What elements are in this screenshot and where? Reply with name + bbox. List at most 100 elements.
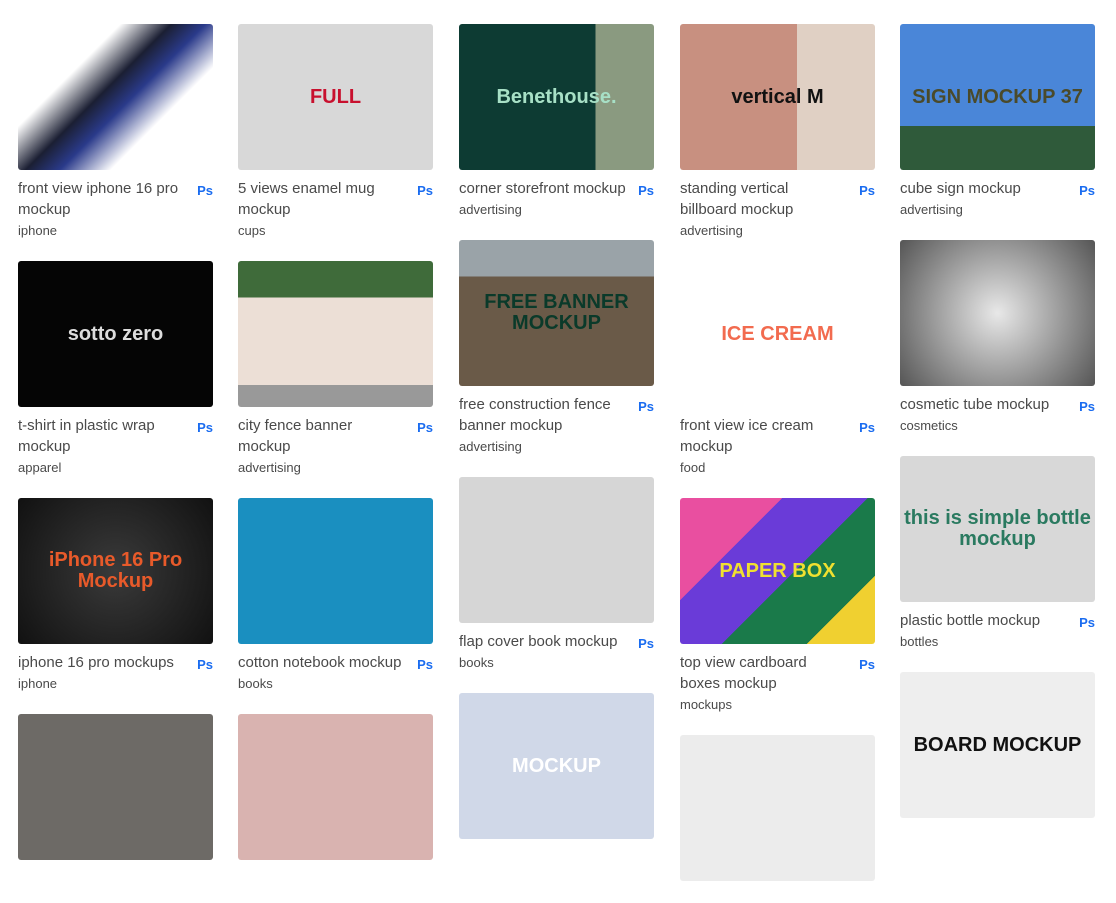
- card-meta: front view iphone 16 pro mockup iphone P…: [18, 170, 213, 239]
- mockup-category[interactable]: books: [459, 655, 654, 671]
- photoshop-badge: Ps: [1079, 615, 1095, 630]
- mockup-thumbnail[interactable]: vertical M: [680, 24, 875, 170]
- photoshop-badge: Ps: [197, 183, 213, 198]
- mockup-title[interactable]: cosmetic tube mockup: [900, 394, 1068, 415]
- mockup-title[interactable]: iphone 16 pro mockups: [18, 652, 186, 673]
- mockup-thumbnail[interactable]: [459, 477, 654, 623]
- card-meta: iphone 16 pro mockups iphone Ps: [18, 644, 213, 692]
- mockup-card[interactable]: cosmetic tube mockup cosmetics Ps: [900, 240, 1095, 434]
- mockup-thumbnail[interactable]: [238, 498, 433, 644]
- card-meta: top view cardboard boxes mockup mockups …: [680, 644, 875, 713]
- mockup-title[interactable]: 5 views enamel mug mockup: [238, 178, 406, 220]
- mockup-category[interactable]: books: [238, 676, 433, 692]
- mockup-category[interactable]: cups: [238, 223, 433, 239]
- mockup-title[interactable]: free construction fence banner mockup: [459, 394, 627, 436]
- photoshop-badge: Ps: [1079, 399, 1095, 414]
- mockup-title[interactable]: flap cover book mockup: [459, 631, 627, 652]
- mockup-card[interactable]: FULL 5 views enamel mug mockup cups Ps: [238, 24, 433, 239]
- mockup-card[interactable]: vertical M standing vertical billboard m…: [680, 24, 875, 239]
- photoshop-badge: Ps: [417, 420, 433, 435]
- mockup-thumbnail[interactable]: iPhone 16 Pro Mockup: [18, 498, 213, 644]
- card-meta: free construction fence banner mockup ad…: [459, 386, 654, 455]
- mockup-thumbnail[interactable]: [238, 714, 433, 860]
- mockup-title[interactable]: city fence banner mockup: [238, 415, 406, 457]
- mockup-thumbnail[interactable]: [238, 261, 433, 407]
- mockup-card[interactable]: PAPER BOX top view cardboard boxes mocku…: [680, 498, 875, 713]
- mockup-card[interactable]: this is simple bottle mockup plastic bot…: [900, 456, 1095, 650]
- mockup-title[interactable]: corner storefront mockup: [459, 178, 627, 199]
- mockup-category[interactable]: food: [680, 460, 875, 476]
- mockup-card[interactable]: [18, 714, 213, 860]
- thumbnail-art-text: this is simple bottle mockup: [904, 507, 1091, 550]
- photoshop-badge: Ps: [417, 657, 433, 672]
- mockup-card[interactable]: front view iphone 16 pro mockup iphone P…: [18, 24, 213, 239]
- mockup-card[interactable]: [680, 735, 875, 881]
- mockup-card[interactable]: FREE BANNER MOCKUP free construction fen…: [459, 240, 654, 455]
- thumbnail-art-text: sotto zero: [67, 322, 164, 345]
- mockup-card[interactable]: BOARD MOCKUP: [900, 672, 1095, 818]
- mockup-category[interactable]: advertising: [900, 202, 1095, 218]
- mockup-thumbnail[interactable]: FREE BANNER MOCKUP: [459, 240, 654, 386]
- mockup-thumbnail[interactable]: sotto zero: [18, 261, 213, 407]
- mockup-category[interactable]: bottles: [900, 634, 1095, 650]
- grid-column: front view iphone 16 pro mockup iphone P…: [18, 24, 213, 882]
- mockup-category[interactable]: advertising: [238, 460, 433, 476]
- mockup-thumbnail[interactable]: PAPER BOX: [680, 498, 875, 644]
- grid-column: SIGN MOCKUP 37 cube sign mockup advertis…: [900, 24, 1095, 840]
- mockup-category[interactable]: advertising: [459, 202, 654, 218]
- mockup-title[interactable]: plastic bottle mockup: [900, 610, 1068, 631]
- mockup-card[interactable]: ICE CREAM front view ice cream mockup fo…: [680, 261, 875, 476]
- photoshop-badge: Ps: [197, 657, 213, 672]
- mockup-category[interactable]: advertising: [459, 439, 654, 455]
- mockup-category[interactable]: iphone: [18, 223, 213, 239]
- mockup-title[interactable]: cube sign mockup: [900, 178, 1068, 199]
- mockup-thumbnail[interactable]: [18, 714, 213, 860]
- mockup-thumbnail[interactable]: FULL: [238, 24, 433, 170]
- thumbnail-art-text: BOARD MOCKUP: [913, 733, 1082, 756]
- mockup-thumbnail[interactable]: [900, 240, 1095, 386]
- mockup-category[interactable]: apparel: [18, 460, 213, 476]
- thumbnail-art-text: FULL: [309, 85, 362, 108]
- photoshop-badge: Ps: [859, 183, 875, 198]
- thumbnail-art-text: MOCKUP: [512, 754, 601, 777]
- mockup-card[interactable]: SIGN MOCKUP 37 cube sign mockup advertis…: [900, 24, 1095, 218]
- mockup-card[interactable]: city fence banner mockup advertising Ps: [238, 261, 433, 476]
- mockup-category[interactable]: mockups: [680, 697, 875, 713]
- mockup-thumbnail[interactable]: this is simple bottle mockup: [900, 456, 1095, 602]
- thumbnail-art-text: PAPER BOX: [719, 559, 836, 582]
- thumbnail-art-text: iPhone 16 Pro Mockup: [48, 549, 183, 592]
- mockup-thumbnail[interactable]: SIGN MOCKUP 37: [900, 24, 1095, 170]
- mockup-thumbnail[interactable]: ICE CREAM: [680, 261, 875, 407]
- photoshop-badge: Ps: [417, 183, 433, 198]
- mockup-thumbnail[interactable]: BOARD MOCKUP: [900, 672, 1095, 818]
- mockup-card[interactable]: cotton notebook mockup books Ps: [238, 498, 433, 692]
- mockup-card[interactable]: [238, 714, 433, 860]
- card-meta: cosmetic tube mockup cosmetics Ps: [900, 386, 1095, 434]
- mockup-title[interactable]: cotton notebook mockup: [238, 652, 406, 673]
- card-meta: plastic bottle mockup bottles Ps: [900, 602, 1095, 650]
- mockup-title[interactable]: t-shirt in plastic wrap mockup: [18, 415, 186, 457]
- mockup-card[interactable]: flap cover book mockup books Ps: [459, 477, 654, 671]
- photoshop-badge: Ps: [197, 420, 213, 435]
- photoshop-badge: Ps: [1079, 183, 1095, 198]
- card-meta: cotton notebook mockup books Ps: [238, 644, 433, 692]
- mockup-title[interactable]: front view iphone 16 pro mockup: [18, 178, 186, 220]
- mockup-category[interactable]: cosmetics: [900, 418, 1095, 434]
- thumbnail-art-text: ICE CREAM: [721, 322, 834, 345]
- mockup-thumbnail[interactable]: [680, 735, 875, 881]
- mockup-title[interactable]: standing vertical billboard mockup: [680, 178, 848, 220]
- photoshop-badge: Ps: [638, 183, 654, 198]
- card-meta: t-shirt in plastic wrap mockup apparel P…: [18, 407, 213, 476]
- mockup-thumbnail[interactable]: MOCKUP: [459, 693, 654, 839]
- mockup-category[interactable]: advertising: [680, 223, 875, 239]
- mockup-thumbnail[interactable]: Benethouse.: [459, 24, 654, 170]
- mockup-card[interactable]: Benethouse. corner storefront mockup adv…: [459, 24, 654, 218]
- mockup-card[interactable]: MOCKUP: [459, 693, 654, 839]
- mockup-thumbnail[interactable]: [18, 24, 213, 170]
- mockup-category[interactable]: iphone: [18, 676, 213, 692]
- mockup-title[interactable]: front view ice cream mockup: [680, 415, 848, 457]
- mockup-card[interactable]: sotto zero t-shirt in plastic wrap mocku…: [18, 261, 213, 476]
- card-meta: flap cover book mockup books Ps: [459, 623, 654, 671]
- mockup-card[interactable]: iPhone 16 Pro Mockup iphone 16 pro mocku…: [18, 498, 213, 692]
- mockup-title[interactable]: top view cardboard boxes mockup: [680, 652, 848, 694]
